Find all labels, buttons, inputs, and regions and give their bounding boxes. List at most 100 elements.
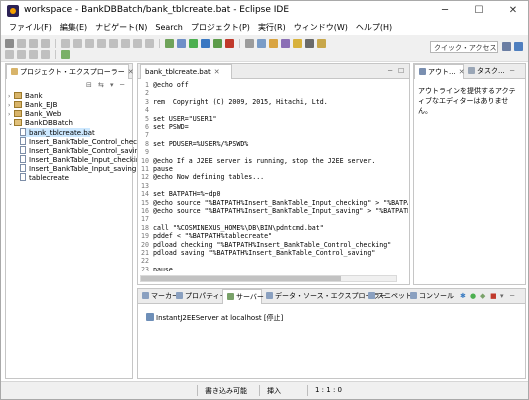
terminate-icon[interactable] bbox=[97, 39, 106, 48]
code-line[interactable]: 11 pause bbox=[140, 165, 173, 173]
code-line[interactable]: 17 bbox=[140, 215, 153, 223]
code-line[interactable]: 12 @echo Now defining tables... bbox=[140, 173, 264, 181]
step-return-icon[interactable] bbox=[145, 39, 154, 48]
menu-run[interactable]: 実行(R) bbox=[254, 21, 290, 35]
code-line[interactable]: 9 bbox=[140, 148, 153, 156]
coverage-icon[interactable] bbox=[213, 39, 222, 48]
code-line[interactable]: 3 rem Copyright (C) 2009, 2015, Hitachi, … bbox=[140, 98, 328, 106]
forward-icon[interactable] bbox=[41, 50, 50, 59]
tab-tasks[interactable]: タスク... bbox=[464, 64, 508, 78]
tree-item-bank[interactable]: › Bank bbox=[8, 92, 43, 101]
menu-navigate[interactable]: ナビゲート(N) bbox=[91, 21, 151, 35]
save-all-icon[interactable] bbox=[29, 39, 38, 48]
view-menu-icon[interactable]: ▾ bbox=[500, 292, 504, 300]
code-line[interactable]: 23 pause bbox=[140, 266, 173, 271]
close-tab-icon[interactable]: ✕ bbox=[128, 68, 134, 76]
tab-servers[interactable]: サーバー✕ bbox=[222, 289, 273, 304]
pin-editor-icon[interactable] bbox=[61, 50, 70, 59]
code-line[interactable]: 7 bbox=[140, 131, 153, 139]
code-editor[interactable]: 1 @echo off 2 3 rem Copyright (C) 2009, 2015… bbox=[140, 81, 408, 271]
code-line[interactable]: 1 @echo off bbox=[140, 81, 189, 89]
menu-window[interactable]: ウィンドウ(W) bbox=[290, 21, 352, 35]
code-line[interactable]: 8 set PDUSER=%USER%/%PSWD% bbox=[140, 140, 248, 148]
tab-data-source-explorer[interactable]: データ・ソース・エクスプローラー bbox=[262, 289, 386, 303]
code-line[interactable]: 15 @echo source "%BATPATH%Insert_BankTabl… bbox=[140, 199, 408, 207]
link-editor-icon[interactable]: ⇆ bbox=[98, 81, 104, 89]
maximize-button[interactable]: ☐ bbox=[462, 1, 496, 21]
minimize-button[interactable]: ─ bbox=[428, 1, 462, 21]
code-line[interactable]: 16 @echo source "%BATPATH%Insert_BankTabl… bbox=[140, 207, 408, 215]
tab-project-explorer[interactable]: プロジェクト・エクスプローラー ✕ bbox=[6, 64, 134, 79]
java-ee-perspective-icon[interactable] bbox=[514, 42, 523, 51]
code-line[interactable]: 18 call "%COSMINEXUS_HOME%\DB\BIN\pdntcmd… bbox=[140, 224, 324, 232]
minimize-view-icon[interactable]: ─ bbox=[510, 67, 514, 75]
tab-console[interactable]: コンソール bbox=[406, 289, 454, 303]
previous-annotation-icon[interactable] bbox=[17, 50, 26, 59]
print-icon[interactable] bbox=[41, 39, 50, 48]
quick-access-input[interactable]: クイック・アクセス bbox=[430, 41, 498, 53]
save-icon[interactable] bbox=[17, 39, 26, 48]
open-type-icon[interactable] bbox=[177, 39, 186, 48]
minimize-view-icon[interactable]: ─ bbox=[388, 67, 392, 75]
collapse-all-icon[interactable]: ⊟ bbox=[86, 81, 92, 89]
maximize-view-icon[interactable]: ☐ bbox=[398, 67, 404, 75]
close-button[interactable]: ✕ bbox=[496, 1, 528, 21]
open-folder-icon[interactable] bbox=[269, 39, 278, 48]
step-into-icon[interactable] bbox=[121, 39, 130, 48]
new-class-icon[interactable] bbox=[257, 39, 266, 48]
close-tab-icon[interactable]: ✕ bbox=[214, 68, 220, 76]
run-icon[interactable] bbox=[189, 39, 198, 48]
pencil-icon[interactable] bbox=[293, 39, 302, 48]
start-server-icon[interactable]: ● bbox=[470, 292, 476, 300]
profile-server-icon[interactable]: ◆ bbox=[480, 292, 485, 300]
tab-outline[interactable]: アウト... ✕ bbox=[414, 64, 465, 79]
menu-project[interactable]: プロジェクト(P) bbox=[187, 21, 254, 35]
code-line[interactable]: 10 @echo If a J2EE server is running, sto… bbox=[140, 157, 375, 165]
menu-search[interactable]: Search bbox=[151, 21, 186, 35]
external-tools-icon[interactable] bbox=[225, 39, 234, 48]
menu-file[interactable]: ファイル(F) bbox=[5, 21, 56, 35]
code-line[interactable]: 20 pdload checking "%BATPATH%Insert_BankT… bbox=[140, 241, 391, 249]
code-line[interactable]: 4 bbox=[140, 106, 153, 114]
code-line[interactable]: 21 pdload saving "%BATPATH%Insert_BankTab… bbox=[140, 249, 375, 257]
step-over-icon[interactable] bbox=[133, 39, 142, 48]
open-perspective-icon[interactable] bbox=[502, 42, 511, 51]
code-line[interactable]: 2 bbox=[140, 89, 153, 97]
suspend-icon[interactable] bbox=[85, 39, 94, 48]
tree-item-bank-web[interactable]: › Bank_Web bbox=[8, 110, 61, 119]
tree-item-control-checking[interactable]: Insert_BankTable_Control_checking bbox=[20, 137, 152, 146]
server-entry[interactable]: InstantJ2EEServer at localhost [停止] bbox=[146, 313, 283, 322]
tab-snippets[interactable]: スニペット bbox=[364, 289, 412, 303]
debug-icon[interactable] bbox=[201, 39, 210, 48]
editor-horizontal-scrollbar[interactable] bbox=[140, 275, 397, 282]
view-menu-icon[interactable]: ▾ bbox=[110, 81, 114, 89]
code-line[interactable]: 6 set PSWD= bbox=[140, 123, 189, 131]
tree-item-input-checking[interactable]: Insert_BankTable_Input_checking bbox=[20, 155, 145, 164]
debug-server-icon[interactable]: ✱ bbox=[460, 292, 466, 300]
menu-help[interactable]: ヘルプ(H) bbox=[352, 21, 396, 35]
tree-item-control-saving[interactable]: Insert_BankTable_Control_saving bbox=[20, 146, 143, 155]
tab-bank-tblcreate[interactable]: bank_tblcreate.bat ✕ bbox=[140, 64, 232, 79]
new-icon[interactable] bbox=[5, 39, 14, 48]
code-line[interactable]: 19 pddef < "%BATPATH%tablecreate" bbox=[140, 232, 272, 240]
tab-markers[interactable]: マーカー bbox=[138, 289, 179, 303]
menu-edit[interactable]: 編集(E) bbox=[56, 21, 91, 35]
back-icon[interactable] bbox=[29, 50, 38, 59]
code-line[interactable]: 14 set BATPATH=%~dp0 bbox=[140, 190, 220, 198]
annotation-icon[interactable] bbox=[317, 39, 326, 48]
minimize-view-icon[interactable]: ─ bbox=[120, 81, 124, 89]
highlight-icon[interactable] bbox=[305, 39, 314, 48]
tree-item-input-saving[interactable]: Insert_BankTable_Input_saving bbox=[20, 164, 136, 173]
scrollbar-thumb[interactable] bbox=[141, 276, 341, 281]
tree-item-bank-tblcreate[interactable]: bank_tblcreate.bat bbox=[20, 128, 95, 137]
code-line[interactable]: 5 set USER="USER1" bbox=[140, 115, 217, 123]
tree-item-bankdbbatch[interactable]: ⌄ BankDBBatch bbox=[8, 119, 73, 128]
minimize-view-icon[interactable]: ─ bbox=[510, 292, 514, 300]
code-line[interactable]: 13 bbox=[140, 182, 153, 190]
tab-properties[interactable]: プロパティー bbox=[172, 289, 227, 303]
stop-server-icon[interactable]: ■ bbox=[490, 292, 497, 300]
skip-breakpoints-icon[interactable] bbox=[61, 39, 70, 48]
new-wizard-icon[interactable] bbox=[245, 39, 254, 48]
server-icon[interactable] bbox=[165, 39, 174, 48]
search-icon[interactable] bbox=[281, 39, 290, 48]
